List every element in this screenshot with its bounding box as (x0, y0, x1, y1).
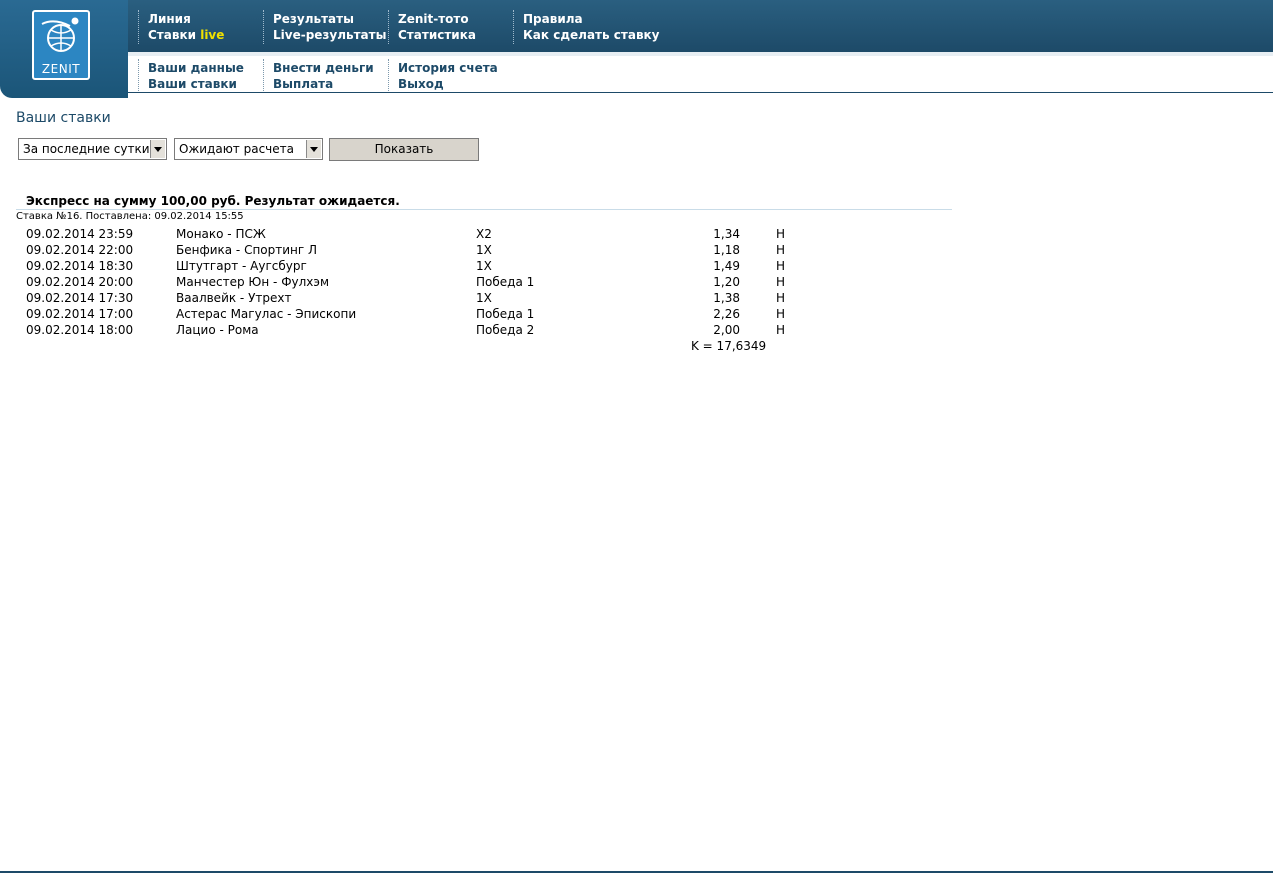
bet-info: Ставка №16. Поставлена: 09.02.2014 15:55 (16, 211, 244, 222)
nav-link-live-bets-label: Ставки (148, 28, 197, 42)
nav-link-live-bets[interactable]: Ставки live (148, 27, 224, 43)
nav-link-how-to-bet[interactable]: Как сделать ставку (523, 27, 660, 43)
status-select[interactable]: Ожидают расчета (174, 138, 323, 160)
zenit-emblem-icon (41, 17, 79, 52)
event-coefficient: 1,18 (713, 243, 740, 257)
event-outcome: Победа 1 (476, 307, 535, 321)
event-coefficient: 2,26 (713, 307, 740, 321)
total-coefficient: K = 17,6349 (691, 339, 767, 353)
period-select[interactable]: За последние сутки (18, 138, 167, 160)
event-status: Н (776, 243, 786, 257)
event-status: Н (776, 323, 786, 337)
status-select-value: Ожидают расчета (179, 142, 294, 156)
page-title: Ваши ставки (16, 110, 111, 126)
event-date: 09.02.2014 17:00 (26, 307, 134, 321)
event-date: 09.02.2014 17:30 (26, 291, 134, 305)
nav-link-results[interactable]: Результаты (273, 11, 386, 27)
account-link-withdrawal[interactable]: Выплата (273, 76, 374, 92)
event-status: Н (776, 291, 786, 305)
event-outcome: X2 (476, 227, 492, 241)
event-date: 09.02.2014 18:00 (26, 323, 134, 337)
event-status: Н (776, 227, 786, 241)
bet-header: Экспресс на сумму 100,00 руб. Результат … (26, 194, 400, 208)
event-match: Лацио - Рома (176, 323, 259, 337)
nav-separator (263, 10, 264, 44)
event-match: Астерас Магулас - Эпископи (176, 307, 357, 321)
bet-divider (16, 209, 952, 210)
nav-link-live-results[interactable]: Live-результаты (273, 27, 386, 43)
event-match: Бенфика - Спортинг Л (176, 243, 318, 257)
event-coefficient: 1,49 (713, 259, 740, 273)
event-match: Манчестер Юн - Фулхэм (176, 275, 330, 289)
nav-separator (513, 10, 514, 44)
nav-link-zenit-toto[interactable]: Zenit-тото (398, 11, 476, 27)
event-outcome: Победа 1 (476, 275, 535, 289)
event-outcome: 1X (476, 243, 492, 257)
logo-panel: ZENIT (0, 0, 128, 98)
account-link-deposit[interactable]: Внести деньги (273, 60, 374, 76)
event-date: 09.02.2014 22:00 (26, 243, 134, 257)
account-link-your-bets[interactable]: Ваши ставки (148, 76, 244, 92)
account-nav-separator (138, 59, 139, 91)
event-outcome: Победа 2 (476, 323, 535, 337)
nav-group-results: Результаты Live-результаты (273, 11, 386, 43)
event-status: Н (776, 275, 786, 289)
chevron-down-icon[interactable] (150, 140, 165, 158)
nav-link-statistics[interactable]: Статистика (398, 27, 476, 43)
logo-text: ZENIT (41, 62, 81, 76)
zenit-logo[interactable]: ZENIT (32, 10, 90, 80)
nav-separator (388, 10, 389, 44)
account-bar-bottom-line (128, 92, 1273, 93)
event-outcome: 1X (476, 291, 492, 305)
event-match: Штутгарт - Аугсбург (176, 259, 307, 273)
nav-separator (138, 10, 139, 44)
nav-link-rules[interactable]: Правила (523, 11, 660, 27)
event-status: Н (776, 259, 786, 273)
nav-group-rules: Правила Как сделать ставку (523, 11, 660, 43)
account-link-your-data[interactable]: Ваши данные (148, 60, 244, 76)
event-date: 09.02.2014 23:59 (26, 227, 134, 241)
event-outcome: 1X (476, 259, 492, 273)
account-nav-group-profile: Ваши данные Ваши ставки (148, 60, 244, 92)
live-badge: live (200, 28, 225, 42)
nav-link-line[interactable]: Линия (148, 11, 224, 27)
event-date: 09.02.2014 18:30 (26, 259, 134, 273)
event-date: 09.02.2014 20:00 (26, 275, 134, 289)
account-nav-separator (388, 59, 389, 91)
account-bar-top-line (128, 52, 1273, 56)
period-select-value: За последние сутки (23, 142, 150, 156)
nav-group-line: Линия Ставки live (148, 11, 224, 43)
account-nav-separator (263, 59, 264, 91)
event-match: Ваалвейк - Утрехт (176, 291, 292, 305)
nav-group-toto: Zenit-тото Статистика (398, 11, 476, 43)
show-button[interactable]: Показать (329, 138, 479, 161)
event-status: Н (776, 307, 786, 321)
account-nav-group-money: Внести деньги Выплата (273, 60, 374, 92)
event-coefficient: 1,38 (713, 291, 740, 305)
event-coefficient: 2,00 (713, 323, 740, 337)
event-coefficient: 1,34 (713, 227, 740, 241)
account-link-account-history[interactable]: История счета (398, 60, 498, 76)
account-link-logout[interactable]: Выход (398, 76, 498, 92)
event-coefficient: 1,20 (713, 275, 740, 289)
chevron-down-icon[interactable] (306, 140, 321, 158)
event-match: Монако - ПСЖ (176, 227, 266, 241)
account-nav-group-history: История счета Выход (398, 60, 498, 92)
